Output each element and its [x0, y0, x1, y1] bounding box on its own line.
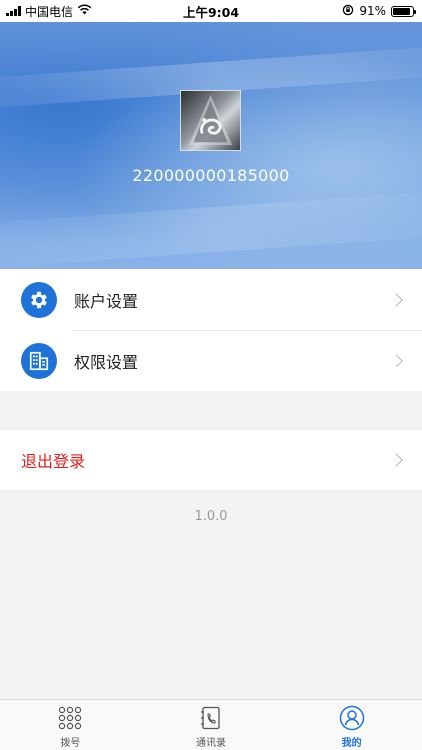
user-profile-icon	[339, 705, 365, 731]
chevron-right-icon	[390, 354, 403, 367]
profile-header: 220000000185000	[0, 22, 422, 269]
logout-label: 退出登录	[21, 452, 86, 471]
contacts-book-icon	[198, 705, 224, 731]
building-icon	[21, 342, 57, 379]
tab-dialpad[interactable]: 拨号	[0, 700, 141, 750]
tab-bar: 拨号 通讯录 我的	[0, 699, 422, 750]
chevron-right-icon	[390, 453, 403, 467]
tab-label: 拨号	[60, 738, 81, 749]
user-id: 220000000185000	[132, 166, 290, 185]
battery-percent: 91%	[359, 4, 386, 18]
battery-icon	[391, 5, 416, 17]
gear-icon	[21, 281, 57, 318]
app-version: 1.0.0	[194, 509, 228, 524]
tab-profile[interactable]: 我的	[281, 700, 422, 750]
menu-item-label: 账户设置	[74, 291, 139, 311]
banner-decoration	[0, 190, 422, 269]
dialpad-icon	[57, 705, 83, 731]
menu-item-label: 权限设置	[74, 352, 139, 372]
menu-item-account-settings[interactable]: 账户设置	[0, 269, 422, 330]
tab-label: 通讯录	[196, 738, 226, 749]
chevron-right-icon	[390, 293, 403, 306]
tab-label: 我的	[341, 738, 362, 749]
status-bar: 中国电信 上午9:04 91%	[0, 0, 422, 22]
menu-item-permission-settings[interactable]: 权限设置	[0, 330, 422, 391]
settings-menu: 账户设置 权限设置	[0, 269, 422, 391]
orientation-lock-icon	[342, 4, 354, 19]
company-logo-icon	[188, 94, 233, 146]
tab-contacts[interactable]: 通讯录	[141, 700, 282, 750]
status-bar-right: 91%	[342, 0, 416, 22]
avatar[interactable]	[180, 90, 241, 151]
logout-button[interactable]: 退出登录	[0, 430, 422, 490]
